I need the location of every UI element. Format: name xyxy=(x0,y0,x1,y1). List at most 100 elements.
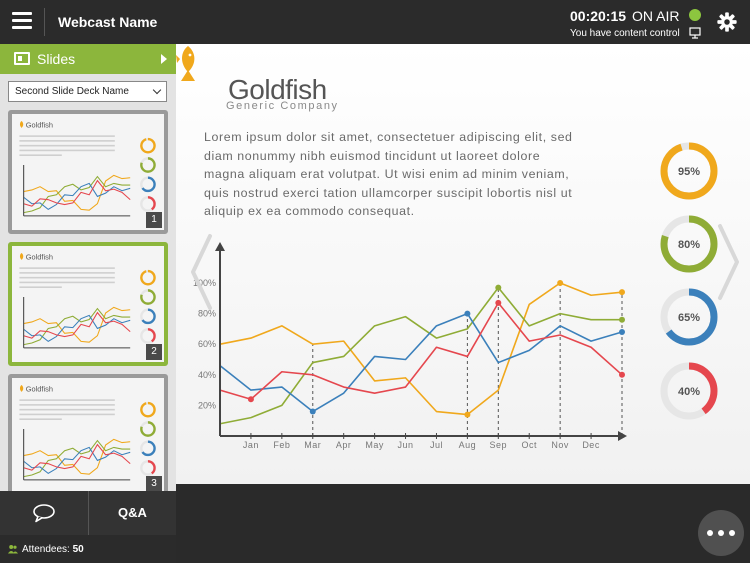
chart-data-point xyxy=(619,328,625,335)
thumbnail-text-line xyxy=(19,140,115,142)
bottom-bar xyxy=(176,484,750,563)
gear-icon[interactable] xyxy=(716,11,738,33)
slide-thumbnail-preview: Goldfish xyxy=(19,120,156,217)
thumbnail-brand: Goldfish xyxy=(26,252,53,261)
thumbnail-text-line xyxy=(19,144,115,147)
top-bar: Webcast Name 00:20:15 ON AIR You have co… xyxy=(0,0,750,44)
chat-button[interactable] xyxy=(0,491,88,535)
more-options-button[interactable] xyxy=(698,510,744,556)
thumbnail-series-line xyxy=(23,311,131,339)
hamburger-menu-icon[interactable] xyxy=(12,12,32,32)
thumbnail-text-line xyxy=(19,418,62,420)
chart-series-line-2 xyxy=(219,286,622,425)
previous-slide-arrow-icon[interactable] xyxy=(188,232,214,312)
chart-data-point xyxy=(495,299,502,306)
slide-thumbnail-preview: Goldfish xyxy=(19,252,156,349)
slide-canvas: Goldfish Generic Company Lorem ipsum dol… xyxy=(176,44,750,484)
attendees-number: 50 xyxy=(72,544,84,555)
chart-x-tick-label: Feb xyxy=(273,440,290,450)
attendees-label: Attendees: xyxy=(22,544,70,555)
chart-x-tick-label: Oct xyxy=(521,440,537,450)
thumbnail-series-line xyxy=(23,439,131,478)
thumbnail-text-line xyxy=(19,272,115,274)
thumbnail-text-line xyxy=(19,413,115,416)
chart-x-tick-label: Dec xyxy=(582,440,600,450)
slide-number: 3 xyxy=(146,476,162,492)
chart-x-tick-label: Jun xyxy=(398,440,414,450)
thumbnail-series-line xyxy=(23,174,131,211)
donut-gauge-1: 95% xyxy=(660,142,718,200)
thumbnail-series-line xyxy=(23,438,131,475)
webcast-title: Webcast Name xyxy=(58,14,158,30)
donut-label: 80% xyxy=(678,239,700,251)
chat-icon xyxy=(33,504,55,523)
chart-data-point xyxy=(557,280,564,286)
thumbnail-text-line xyxy=(19,135,115,137)
thumbnail-series-line xyxy=(23,306,131,343)
chart-x-tick-label: Aug xyxy=(459,440,477,450)
thumbnail-donut xyxy=(140,401,156,418)
thumbnail-series-line xyxy=(23,175,131,214)
slide-thumbnail-2[interactable]: Goldfish 2 xyxy=(8,242,168,366)
presentation-icon xyxy=(689,27,701,39)
chart-x-tick-label: May xyxy=(365,440,384,450)
thumbnail-logo xyxy=(19,253,24,260)
chart-data-point xyxy=(247,396,254,403)
thumbnail-donut xyxy=(140,137,156,154)
slide-deck-select[interactable]: Second Slide Deck Name xyxy=(8,81,167,102)
thumbnail-text-line xyxy=(19,149,115,152)
slide-number: 2 xyxy=(146,344,162,360)
chart-data-point xyxy=(619,289,625,296)
thumbnail-text-line xyxy=(19,404,115,406)
broadcast-timer: 00:20:15 xyxy=(570,8,627,24)
dot-icon xyxy=(707,530,713,536)
thumbnail-series-line xyxy=(23,443,131,471)
slides-icon xyxy=(14,52,30,65)
thumbnail-content: Goldfish xyxy=(19,384,156,481)
thumbnail-text-line xyxy=(19,286,62,288)
slide-number: 1 xyxy=(146,212,162,228)
qa-button[interactable]: Q&A xyxy=(88,491,176,535)
slide-deck-select-value: Second Slide Deck Name xyxy=(15,86,129,97)
expand-arrow-icon[interactable] xyxy=(161,54,167,64)
attendees-count: Attendees: 50 xyxy=(22,544,84,555)
thumbnail-text-line xyxy=(19,267,115,269)
thumbnail-logo xyxy=(19,121,24,128)
slides-panel-header[interactable]: Slides xyxy=(0,44,176,74)
dot-icon xyxy=(718,530,724,536)
chart-data-point xyxy=(464,411,471,418)
chart-data-point xyxy=(309,408,316,415)
next-slide-arrow-icon[interactable] xyxy=(716,222,742,302)
thumbnail-text-line xyxy=(19,154,62,156)
thumbnail-content: Goldfish xyxy=(19,252,156,349)
chart-x-tick-label: Jul xyxy=(430,440,443,450)
thumbnail-logo xyxy=(19,385,24,392)
thumbnail-content: Goldfish xyxy=(19,120,156,217)
chart-x-tick-label: Mar xyxy=(304,440,321,450)
thumbnail-brand: Goldfish xyxy=(26,120,53,129)
sidebar-action-bar: Q&A xyxy=(0,491,176,535)
chart-y-tick-label: 40% xyxy=(198,370,216,380)
thumbnail-brand: Goldfish xyxy=(26,384,53,393)
slide-thumbnail-1[interactable]: Goldfish 1 xyxy=(8,110,168,234)
thumbnail-text-line xyxy=(19,399,115,401)
slide-thumbnail-3[interactable]: Goldfish 3 xyxy=(8,374,168,498)
donut-gauge-2: 80% xyxy=(660,215,718,273)
donut-label: 65% xyxy=(678,312,700,324)
donut-label: 40% xyxy=(678,386,700,398)
chart-data-point xyxy=(619,316,625,323)
chart-x-tick-label: Apr xyxy=(336,440,352,450)
divider xyxy=(44,8,45,36)
chevron-down-icon xyxy=(152,85,162,95)
slides-label: Slides xyxy=(37,51,76,67)
donut-gauge-3: 65% xyxy=(660,288,718,346)
thumbnail-donut xyxy=(140,269,156,286)
thumbnail-text-line xyxy=(19,408,115,411)
attendees-icon xyxy=(8,545,18,554)
chart-series-line-4 xyxy=(219,302,623,401)
donut-gauge-4: 40% xyxy=(660,362,718,420)
chart-x-tick-label: Jan xyxy=(243,440,259,450)
donut-label: 95% xyxy=(678,166,700,178)
thumbnail-text-line xyxy=(19,281,115,284)
chart-series-line-1 xyxy=(219,282,623,416)
